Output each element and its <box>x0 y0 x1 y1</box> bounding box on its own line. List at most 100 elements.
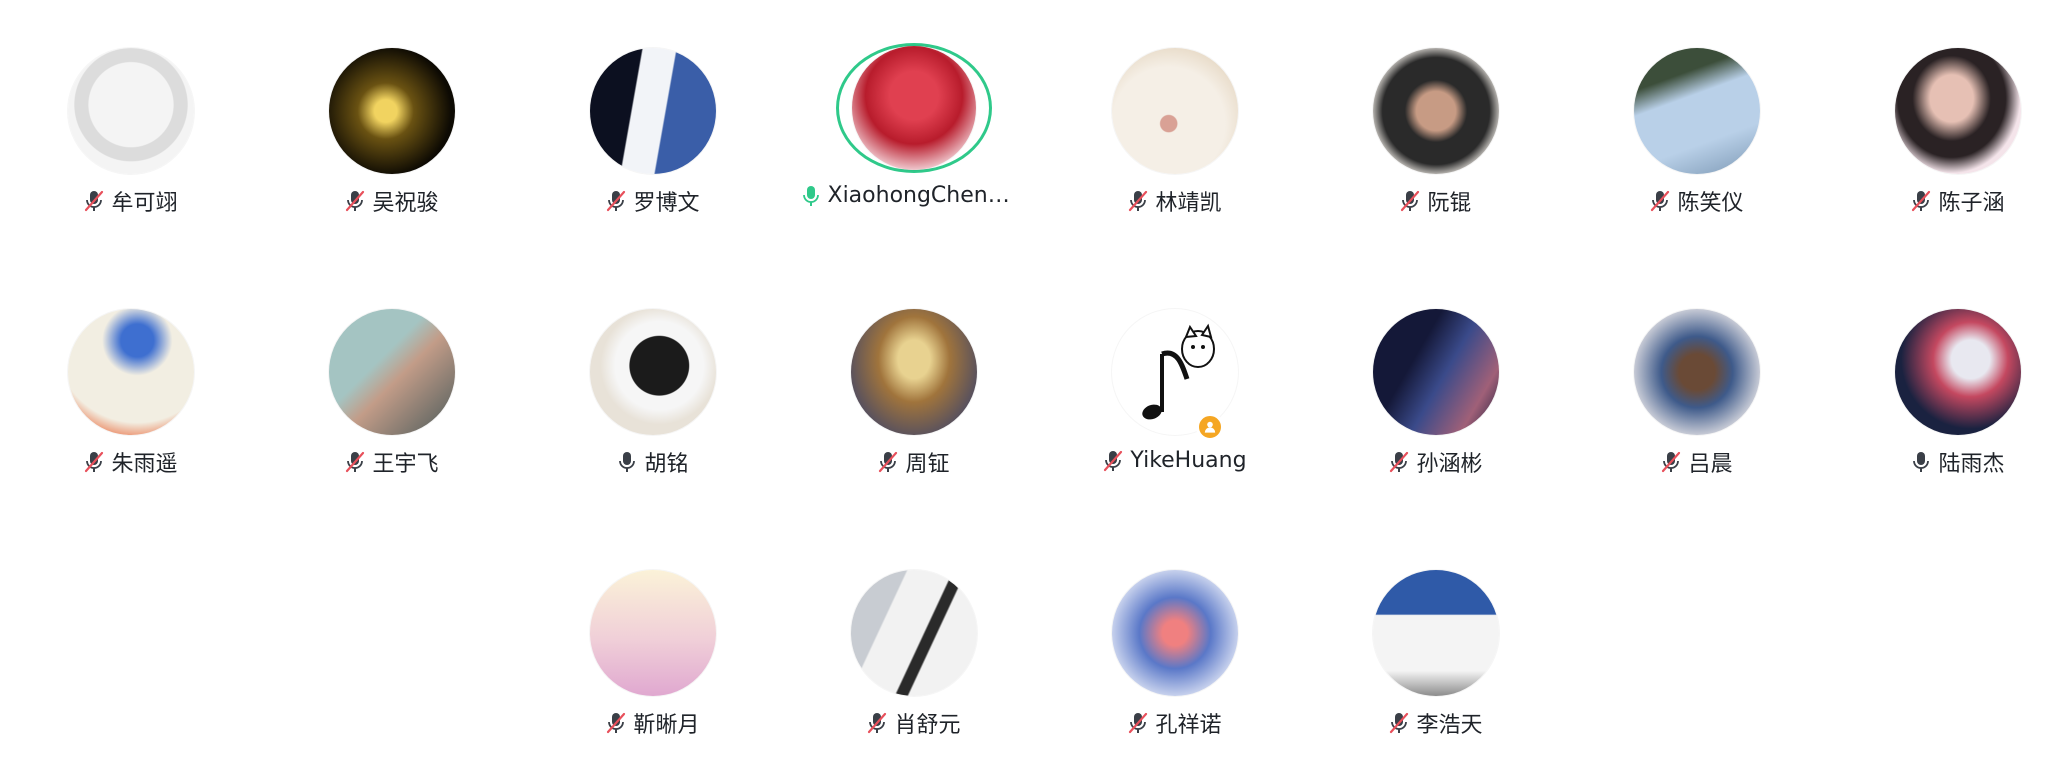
avatar-container <box>1633 48 1760 174</box>
participant-name-bar: 陈笑仪 <box>1649 187 1744 216</box>
avatar[interactable] <box>851 46 976 170</box>
avatar-container <box>328 309 455 435</box>
participant-name-bar: YikeHuang <box>1102 448 1247 473</box>
mic-muted-icon <box>1102 449 1124 473</box>
participant-tile[interactable]: 孔祥诺 <box>1044 522 1305 738</box>
participant-tile[interactable]: 阮锟 <box>1305 0 1566 216</box>
avatar[interactable] <box>328 309 455 435</box>
participant-name-bar: 孙涵彬 <box>1388 448 1483 477</box>
participant-tile[interactable]: 李浩天 <box>1305 522 1566 738</box>
participant-name-bar: 吴祝骏 <box>344 187 439 216</box>
participant-tile[interactable]: 朱雨遥 <box>0 261 261 477</box>
participant-name-bar: 陆雨杰 <box>1910 448 2005 477</box>
participant-name: 罗博文 <box>633 191 700 216</box>
participant-name: 孙涵彬 <box>1416 452 1483 477</box>
avatar-ring <box>1361 567 1511 699</box>
avatar-container <box>589 570 716 696</box>
participant-tile[interactable]: 陆雨杰 <box>1827 261 2072 477</box>
participant-name: 陈子涵 <box>1938 191 2005 216</box>
avatar-ring <box>578 567 728 699</box>
participant-tile[interactable]: 周钲 <box>783 261 1044 477</box>
avatar-container <box>1372 309 1499 435</box>
participant-name-bar: 吕晨 <box>1660 448 1733 477</box>
avatar[interactable] <box>1894 48 2021 174</box>
avatar[interactable] <box>1372 570 1499 696</box>
participant-tile[interactable]: 王宇飞 <box>261 261 522 477</box>
participant-tile[interactable]: XiaohongChen@... <box>783 0 1044 208</box>
participant-tile[interactable]: 吴祝骏 <box>261 0 522 216</box>
avatar[interactable] <box>850 570 977 696</box>
participant-tile[interactable]: 牟可翊 <box>0 0 261 216</box>
avatar-ring <box>1622 306 1772 438</box>
mic-muted-icon <box>877 450 899 474</box>
avatar[interactable] <box>850 309 977 435</box>
avatar[interactable] <box>1372 48 1499 174</box>
avatar[interactable] <box>1372 309 1499 435</box>
avatar-ring <box>1100 45 1250 177</box>
avatar-container <box>850 309 977 435</box>
avatar-container <box>67 48 194 174</box>
avatar[interactable] <box>1633 309 1760 435</box>
participant-tile[interactable]: 吕晨 <box>1566 261 1827 477</box>
avatar[interactable] <box>1111 48 1238 174</box>
mic-muted-icon <box>1649 189 1671 213</box>
participant-name-bar: 陈子涵 <box>1910 187 2005 216</box>
avatar[interactable] <box>1111 570 1238 696</box>
mic-icon <box>1910 450 1932 474</box>
avatar-ring <box>1883 306 2033 438</box>
mic-muted-icon <box>344 450 366 474</box>
avatar-container <box>1372 48 1499 174</box>
avatar[interactable] <box>1633 48 1760 174</box>
mic-muted-icon <box>1388 711 1410 735</box>
mic-speaking-icon <box>800 184 822 208</box>
participant-tile[interactable]: 陈笑仪 <box>1566 0 1827 216</box>
participant-name: 陈笑仪 <box>1677 191 1744 216</box>
avatar-ring <box>317 306 467 438</box>
avatar[interactable] <box>328 48 455 174</box>
participant-tile[interactable]: 孙涵彬 <box>1305 261 1566 477</box>
participant-name-bar: XiaohongChen@... <box>800 183 1028 208</box>
avatar-ring <box>317 45 467 177</box>
avatar-ring <box>1622 45 1772 177</box>
participant-name: 王宇飞 <box>372 452 439 477</box>
mic-muted-icon <box>83 450 105 474</box>
avatar[interactable] <box>589 570 716 696</box>
participant-name: 朱雨遥 <box>111 452 178 477</box>
avatar-ring <box>578 306 728 438</box>
participant-name-bar: 王宇飞 <box>344 448 439 477</box>
participant-tile[interactable]: 罗博文 <box>522 0 783 216</box>
participant-tile[interactable]: YikeHuang <box>1044 261 1305 473</box>
participant-name: XiaohongChen@... <box>827 183 1028 208</box>
participant-name: 阮锟 <box>1427 191 1472 216</box>
mic-muted-icon <box>866 711 888 735</box>
avatar-container <box>1894 309 2021 435</box>
avatar-container <box>67 309 194 435</box>
avatar-container <box>1372 570 1499 696</box>
participant-tile[interactable]: 胡铭 <box>522 261 783 477</box>
avatar-container <box>851 46 976 170</box>
participant-name-bar: 肖舒元 <box>866 709 961 738</box>
participant-name: 林靖凯 <box>1155 191 1222 216</box>
participant-tile[interactable]: 陈子涵 <box>1827 0 2072 216</box>
participant-name: 孔祥诺 <box>1155 713 1222 738</box>
participant-name: 吴祝骏 <box>372 191 439 216</box>
participant-name-bar: 牟可翊 <box>83 187 178 216</box>
avatar[interactable] <box>67 48 194 174</box>
mic-muted-icon <box>1127 189 1149 213</box>
participant-name: 周钲 <box>905 452 950 477</box>
avatar-container <box>1111 309 1238 441</box>
avatar[interactable] <box>1894 309 2021 435</box>
avatar[interactable] <box>589 309 716 435</box>
participant-tile[interactable]: 靳晰月 <box>522 522 783 738</box>
participant-name: YikeHuang <box>1130 448 1247 473</box>
avatar[interactable] <box>589 48 716 174</box>
participant-name-bar: 李浩天 <box>1388 709 1483 738</box>
avatar-ring <box>578 45 728 177</box>
avatar-ring <box>1361 306 1511 438</box>
participant-tile[interactable]: 林靖凯 <box>1044 0 1305 216</box>
participant-name-bar: 朱雨遥 <box>83 448 178 477</box>
mic-muted-icon <box>605 711 627 735</box>
participant-name: 肖舒元 <box>894 713 961 738</box>
participant-tile[interactable]: 肖舒元 <box>783 522 1044 738</box>
avatar[interactable] <box>67 309 194 435</box>
